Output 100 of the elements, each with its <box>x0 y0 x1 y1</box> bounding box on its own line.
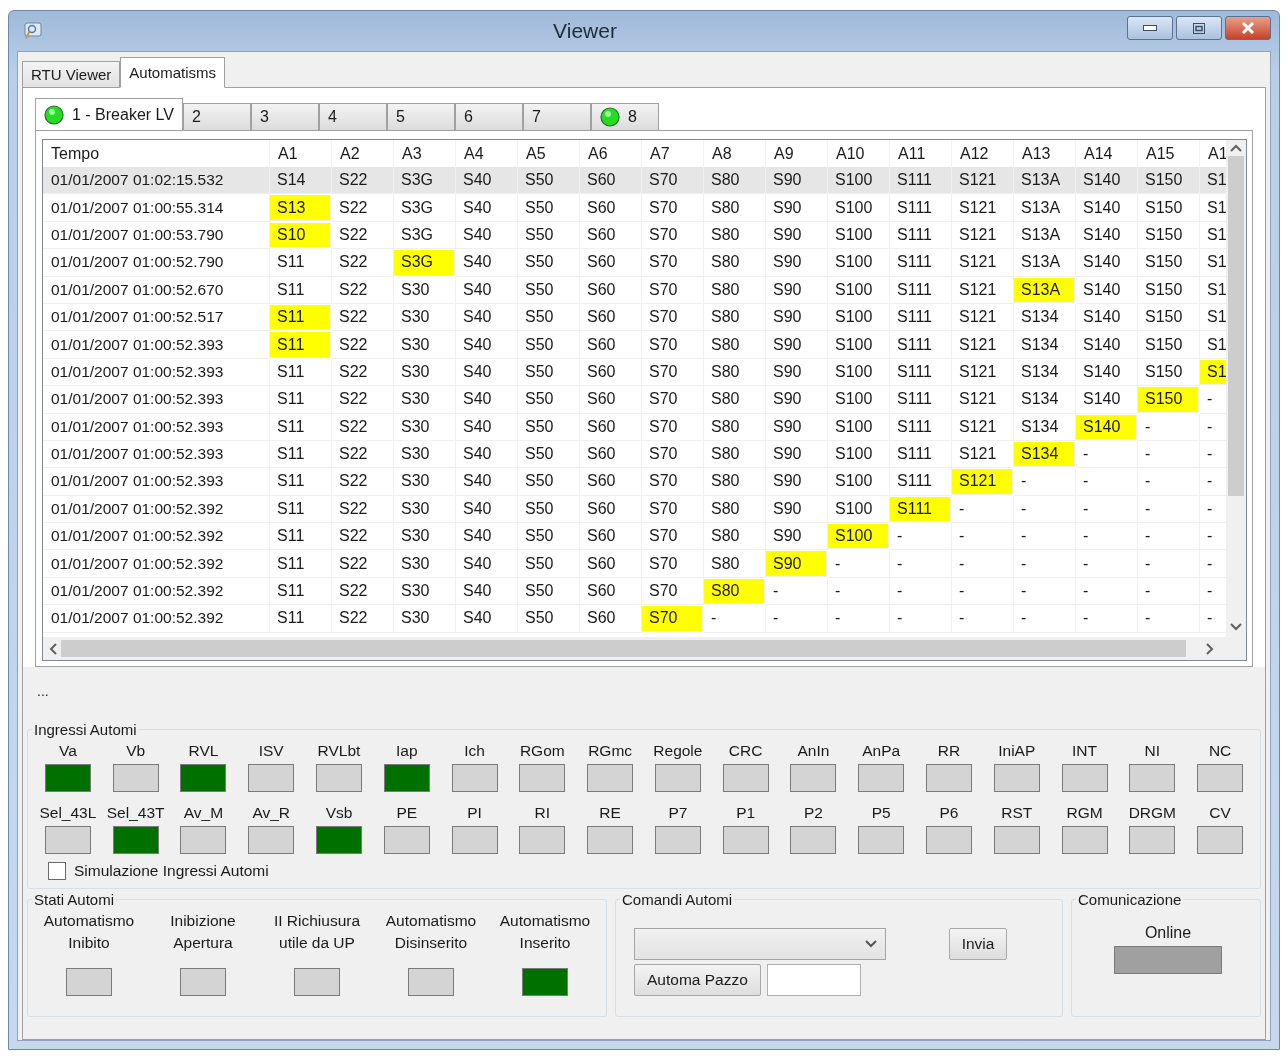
table-cell: - <box>1138 605 1200 633</box>
table-cell: S11 <box>270 332 331 358</box>
checkbox[interactable] <box>48 862 66 880</box>
table-row[interactable]: 01/01/2007 01:00:52.393 S11 S22 S30 S40 S50 S60 S70 S80 S90 S100 S111 S121 S134 - - - <box>43 440 1227 469</box>
tab[interactable]: 8 <box>590 103 659 131</box>
table-cell: - <box>1014 468 1076 496</box>
indicator-label: RVLbt <box>317 742 361 760</box>
tab[interactable]: RTU Viewer <box>22 61 121 88</box>
tab[interactable]: 7 <box>522 103 591 131</box>
indicator-label: Automatismo Disinserito <box>384 911 478 953</box>
table-cell: S100 <box>828 249 890 277</box>
table-cell: S121 <box>952 331 1014 359</box>
automa-pazzo-button[interactable]: Automa Pazzo <box>634 964 761 996</box>
table-cell: S50 <box>518 331 580 359</box>
table-cell: S50 <box>518 276 580 304</box>
indicator-label: Inibizione Apertura <box>169 911 237 953</box>
table-cell: S11 <box>270 304 331 331</box>
table-cell: S11 <box>270 386 332 414</box>
table-cell: 01/01/2007 01:00:52.392 <box>43 550 270 578</box>
table-row[interactable]: 01/01/2007 01:00:55.314 S13 S22 S3G S40 S50 S60 S70 S80 S90 S100 S111 S121 S13A S140 S150 S1 <box>43 194 1227 222</box>
table-cell: S90 <box>766 249 828 277</box>
table-cell: S50 <box>518 550 580 578</box>
table-cell: S40 <box>456 550 518 578</box>
table-cell: S30 <box>394 276 456 304</box>
table-cell: S60 <box>580 331 642 359</box>
table-row[interactable]: 01/01/2007 01:00:52.392 S11 S22 S30 S40 S50 S60 S70 S80 S90 S100 - - - - - - <box>43 523 1227 551</box>
tab[interactable]: 1 - Breaker LV <box>35 98 183 131</box>
command-dropdown[interactable] <box>634 928 886 960</box>
table-cell: 01/01/2007 01:00:52.393 <box>43 331 270 359</box>
indicator-label: II Richiusura utile da UP <box>272 911 362 953</box>
table-cell: S70 <box>642 331 704 359</box>
table-row[interactable]: 01/01/2007 01:00:52.393 S11 S22 S30 S40 S50 S60 S70 S80 S90 S100 S111 S121 S134 S140 S150 - <box>43 386 1227 414</box>
table-cell: - <box>1076 550 1138 578</box>
indicator-label: Online <box>1144 924 1192 942</box>
table-cell: S3G <box>394 250 455 276</box>
table-cell: - <box>890 550 952 578</box>
table-row[interactable]: 01/01/2007 01:00:52.392 S11 S22 S30 S40 S50 S60 S70 S80 - - - - - - - - <box>43 577 1227 606</box>
table-cell: S100 <box>828 386 890 414</box>
indicator-label: Va <box>58 742 77 760</box>
indicator-label: AnIn <box>797 742 830 760</box>
table-cell: S100 <box>828 524 889 550</box>
horizontal-scrollbar[interactable] <box>43 637 1246 660</box>
tab[interactable]: 6 <box>454 103 523 131</box>
indicator-label: P2 <box>803 804 823 822</box>
table-row[interactable]: 01/01/2007 01:00:52.393 S11 S22 S30 S40 S50 S60 S70 S80 S90 S100 S111 S121 S134 S140 - - <box>43 413 1227 441</box>
table-cell: S90 <box>766 551 827 577</box>
tab[interactable]: 4 <box>318 103 387 131</box>
tab[interactable]: 2 <box>182 103 251 131</box>
table-cell: S60 <box>580 249 642 277</box>
table-cell: S140 <box>1076 249 1138 277</box>
checkbox-label[interactable]: Simulazione Ingressi Automi <box>74 862 269 880</box>
minimize-button[interactable] <box>1127 16 1173 40</box>
table-cell: S150 <box>1138 331 1200 359</box>
table-cell: S22 <box>332 413 394 441</box>
table-cell: S40 <box>456 276 518 304</box>
indicator-label: AnPa <box>862 742 901 760</box>
table-cell: S22 <box>332 468 394 496</box>
table-row[interactable]: 01/01/2007 01:00:52.392 S11 S22 S30 S40 S50 S60 S70 - - - - - - - - - <box>43 605 1227 633</box>
table-cell: 01/01/2007 01:00:52.670 <box>43 276 270 304</box>
table-cell: S30 <box>394 386 456 414</box>
tab[interactable]: Automatisms <box>120 57 225 88</box>
minimize-icon <box>1143 25 1157 31</box>
table-cell: - <box>890 605 952 633</box>
table-cell: S13 <box>270 195 331 221</box>
send-button[interactable]: Invia <box>948 928 1008 960</box>
table-cell: S90 <box>766 331 828 359</box>
table-cell: S11 <box>270 249 332 277</box>
indicator-label: CV <box>1209 804 1231 822</box>
table-cell: S13A <box>1014 249 1076 277</box>
scrollbar-thumb[interactable] <box>1228 156 1244 496</box>
table-row[interactable]: 01/01/2007 01:02:15.532 S14 S22 S3G S40 S50 S60 S70 S80 S90 S100 S111 S121 S13A S140 S150 S1 <box>43 167 1227 195</box>
table-row[interactable]: 01/01/2007 01:00:52.393 S11 S22 S30 S40 S50 S60 S70 S80 S90 S100 S111 S121 - - - - <box>43 468 1227 496</box>
table-row[interactable]: 01/01/2007 01:00:52.392 S11 S22 S30 S40 S50 S60 S70 S80 S90 S100 S111 - - - - - <box>43 495 1227 524</box>
table-cell: 01/01/2007 01:00:55.314 <box>43 194 270 222</box>
table-cell: S134 <box>1014 386 1076 414</box>
table-row[interactable]: 01/01/2007 01:00:52.393 S11 S22 S30 S40 S50 S60 S70 S80 S90 S100 S111 S121 S134 S140 S150 S1 <box>43 331 1227 359</box>
close-button[interactable] <box>1225 16 1271 40</box>
tab[interactable]: 5 <box>386 103 455 131</box>
tab[interactable]: 3 <box>250 103 319 131</box>
maximize-button[interactable] <box>1176 16 1222 40</box>
scrollbar-thumb[interactable] <box>61 640 1186 657</box>
table-row[interactable]: 01/01/2007 01:00:52.790 S11 S22 S3G S40 S50 S60 S70 S80 S90 S100 S111 S121 S13A S140 S150 S1 <box>43 249 1227 277</box>
input-field[interactable] <box>766 964 861 996</box>
table-row[interactable]: 01/01/2007 01:00:52.392 S11 S22 S30 S40 S50 S60 S70 S80 S90 - - - - - - - <box>43 550 1227 578</box>
indicator-label: NC <box>1208 742 1232 760</box>
table-row[interactable]: 01/01/2007 01:00:52.517 S11 S22 S30 S40 S50 S60 S70 S80 S90 S100 S111 S121 S134 S140 S150 S1 <box>43 303 1227 332</box>
table-row[interactable]: 01/01/2007 01:00:53.790 S10 S22 S3G S40 S50 S60 S70 S80 S90 S100 S111 S121 S13A S140 S150 S1 <box>43 221 1227 250</box>
vertical-scrollbar[interactable] <box>1226 140 1246 637</box>
table-cell: S70 <box>642 386 704 414</box>
table-cell: S150 <box>1138 276 1200 304</box>
table-cell: S50 <box>518 249 580 277</box>
table-row[interactable]: 01/01/2007 01:00:52.393 S11 S22 S30 S40 S50 S60 S70 S80 S90 S100 S111 S121 S134 S140 S150 S1 <box>43 358 1227 387</box>
table-cell: S134 <box>1014 331 1076 359</box>
table-cell: - <box>1076 468 1138 496</box>
table-cell: 01/01/2007 01:00:52.790 <box>43 249 270 277</box>
group-title: Comandi Automi <box>621 891 734 908</box>
indicator-label: P6 <box>939 804 959 822</box>
table-cell: S22 <box>332 386 394 414</box>
table-cell: S40 <box>456 194 518 222</box>
table-row[interactable]: 01/01/2007 01:00:52.670 S11 S22 S30 S40 S50 S60 S70 S80 S90 S100 S111 S121 S13A S140 S150 S1 <box>43 276 1227 304</box>
